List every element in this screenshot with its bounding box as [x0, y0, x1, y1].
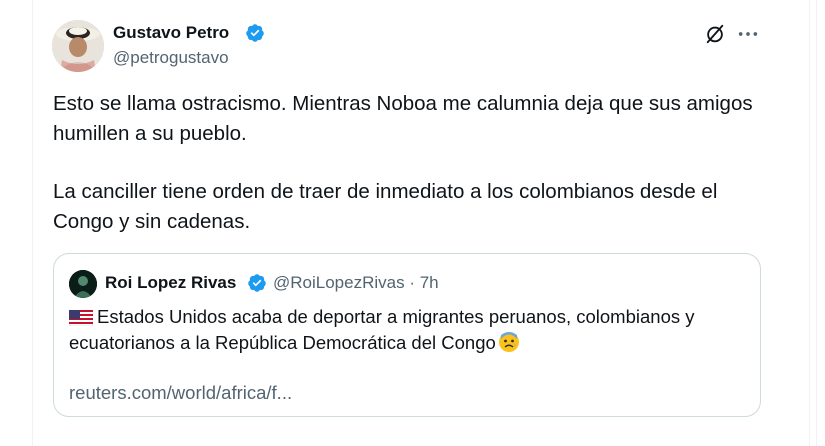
quoted-handle-time[interactable]: @RoiLopezRivas · 7h [273, 272, 439, 294]
verified-badge-icon [246, 24, 264, 42]
author-avatar[interactable] [52, 20, 104, 72]
quoted-author-avatar[interactable] [69, 270, 97, 298]
anxious-face-emoji [498, 332, 519, 352]
quoted-verified-badge-icon [248, 274, 266, 292]
post-text: Esto se llama ostracismo. Mientras Noboa… [53, 89, 773, 237]
grok-icon[interactable] [704, 23, 726, 45]
quoted-author-name[interactable]: Roi Lopez Rivas [105, 272, 236, 294]
post-paragraph: Esto se llama ostracismo. Mientras Noboa… [53, 92, 753, 145]
author-handle[interactable]: @petrogustavo [113, 47, 229, 69]
quoted-link[interactable]: reuters.com/world/africa/f... [69, 380, 292, 406]
post-paragraph: La canciller tiene orden de traer de inm… [53, 180, 718, 233]
author-name[interactable]: Gustavo Petro [113, 22, 229, 44]
quoted-body: Estados Unidos acaba de deportar a migra… [69, 306, 695, 353]
more-options-icon[interactable] [737, 24, 759, 44]
quoted-post[interactable]: Roi Lopez Rivas @RoiLopezRivas · 7h Esta… [53, 253, 761, 417]
quoted-text: Estados Unidos acaba de deportar a migra… [69, 304, 749, 356]
us-flag-icon [69, 310, 93, 326]
side-rail [816, 0, 825, 446]
